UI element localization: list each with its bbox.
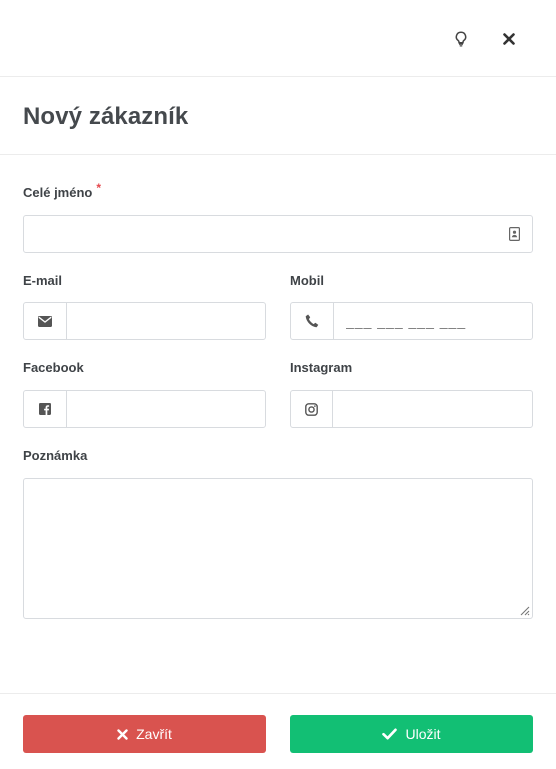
lightbulb-icon <box>455 31 467 47</box>
save-button-label: Uložit <box>405 726 441 742</box>
resize-grip-icon[interactable] <box>518 604 530 616</box>
close-button[interactable] <box>497 27 521 51</box>
instagram-label: Instagram <box>290 360 353 375</box>
facebook-input[interactable] <box>67 391 265 427</box>
modal-header <box>0 0 556 77</box>
facebook-icon <box>39 403 51 415</box>
note-field[interactable] <box>23 478 533 619</box>
contact-card-icon <box>509 227 520 241</box>
phone-icon <box>305 314 319 328</box>
mobile-addon <box>291 303 334 339</box>
page-title: Nový zákazník <box>23 103 189 130</box>
instagram-icon <box>305 402 318 416</box>
mobile-label: Mobil <box>290 273 324 288</box>
full-name-field[interactable] <box>23 215 533 253</box>
full-name-label-text: Celé jméno <box>23 185 93 200</box>
note-textarea[interactable] <box>24 479 532 618</box>
hint-button[interactable] <box>449 27 473 51</box>
save-button[interactable]: Uložit <box>290 715 533 753</box>
note-label: Poznámka <box>23 448 88 463</box>
modal-footer: Zavřít Uložit <box>0 693 556 769</box>
email-input[interactable] <box>67 303 265 339</box>
check-icon <box>382 728 398 740</box>
full-name-input[interactable] <box>24 216 494 252</box>
facebook-field[interactable] <box>23 390 266 428</box>
envelope-icon <box>38 315 52 327</box>
close-icon <box>503 33 515 45</box>
times-icon <box>117 728 128 740</box>
facebook-label: Facebook <box>23 360 84 375</box>
instagram-input[interactable] <box>333 391 532 427</box>
full-name-label: Celé jméno * <box>23 181 101 200</box>
title-section: Nový zákazník <box>0 77 556 155</box>
email-field[interactable] <box>23 302 266 340</box>
cancel-button-label: Zavřít <box>136 726 172 742</box>
email-label: E-mail <box>23 273 63 288</box>
instagram-field[interactable] <box>290 390 533 428</box>
email-addon <box>24 303 67 339</box>
mobile-input[interactable] <box>334 303 532 339</box>
cancel-button[interactable]: Zavřít <box>23 715 266 753</box>
facebook-addon <box>24 391 67 427</box>
required-mark: * <box>96 181 102 195</box>
mobile-field[interactable] <box>290 302 533 340</box>
instagram-addon <box>291 391 333 427</box>
